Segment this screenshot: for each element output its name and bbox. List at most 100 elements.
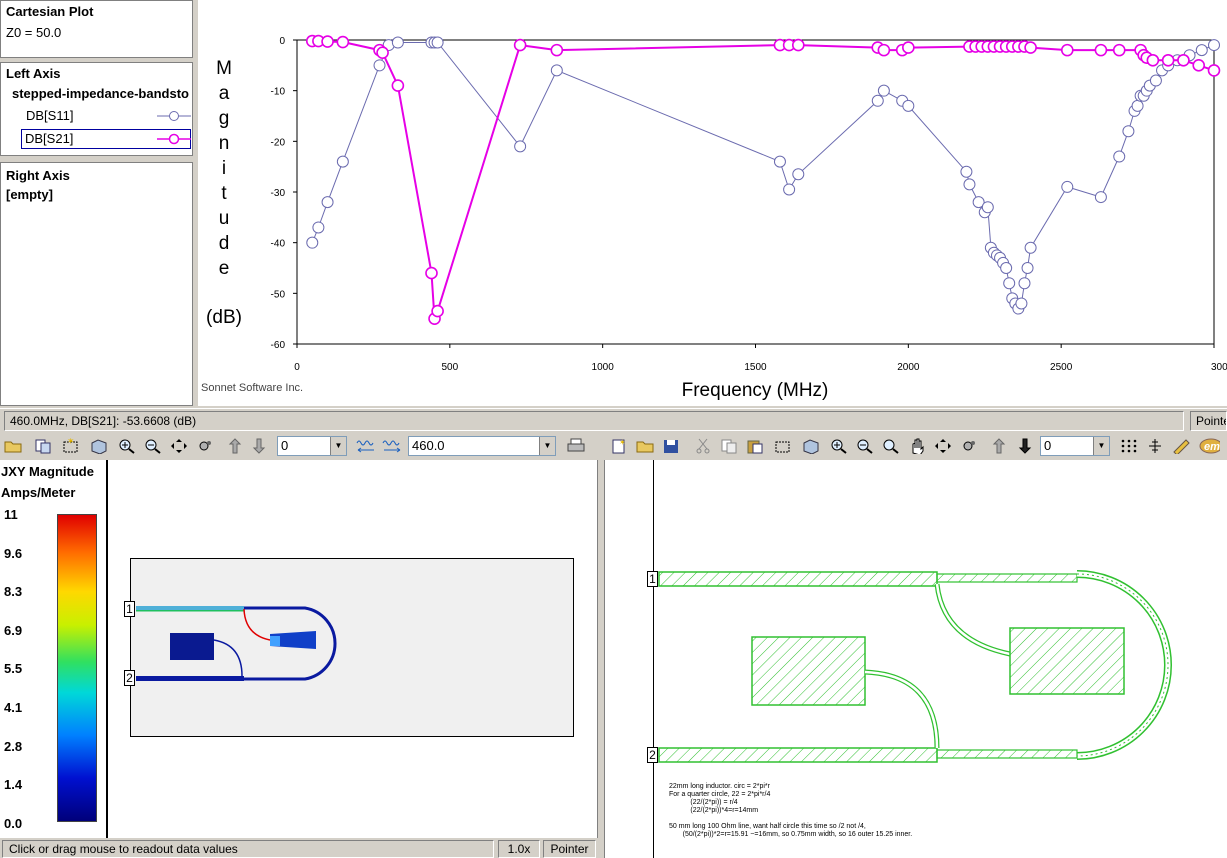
layout-view-canvas[interactable]: 1 2 22mm long inductor. circ = 2*pi*r For…: [604, 460, 1227, 858]
current-status-bar: Click or drag mouse to readout data valu…: [0, 838, 598, 858]
colorbar-tick-label: 2.8: [4, 738, 23, 754]
frequency-next-icon[interactable]: [382, 435, 404, 457]
layer-down-icon[interactable]: [248, 435, 270, 457]
data-point: [321, 196, 334, 209]
x-axis-label: Frequency (MHz): [682, 380, 829, 401]
series-dbs11: [306, 36, 1220, 315]
chart-svg[interactable]: Magnitude(dB) 0500100015002000250030000-…: [198, 0, 1227, 406]
data-point: [1149, 74, 1162, 87]
open-folder-icon[interactable]: [634, 435, 656, 457]
zoom-in-icon[interactable]: [116, 435, 138, 457]
series-line: [311, 42, 1215, 310]
layer-up-icon[interactable]: [988, 435, 1010, 457]
data-point: [1060, 43, 1074, 57]
layout-port-2[interactable]: 2: [647, 747, 658, 763]
data-point: [514, 140, 527, 153]
layer-down-icon[interactable]: [1014, 435, 1036, 457]
colorbar-tick-label: 4.1: [4, 700, 23, 715]
paste-icon[interactable]: [744, 435, 766, 457]
current-mode: Pointer: [543, 840, 596, 858]
zoom-window-icon[interactable]: [772, 435, 794, 457]
3d-view-icon[interactable]: [88, 435, 110, 457]
series-line: [312, 40, 1215, 320]
layer-up-icon[interactable]: [224, 435, 246, 457]
z0-label: Z0 = 50.0: [6, 25, 62, 40]
vertical-splitter[interactable]: [598, 432, 604, 858]
rotate-icon[interactable]: [958, 435, 980, 457]
y-label-letter: t: [221, 183, 227, 204]
data-point: [871, 94, 884, 107]
grid-icon[interactable]: [1118, 435, 1140, 457]
y-label-unit: (dB): [206, 307, 242, 328]
readout-status-bar: 460.0MHz, DB[S21]: -53.6608 (dB) Pointe: [0, 408, 1227, 432]
current-view-canvas[interactable]: JXY Magnitude Amps/Meter 11 9.6 8.3 6.9 5.5 4…: [0, 460, 598, 838]
zoom-fit-icon[interactable]: [880, 435, 902, 457]
3d-view-icon[interactable]: [800, 435, 822, 457]
data-point: [1113, 150, 1126, 163]
current-toolbar: ✶ 0 ▼ 460.0 ▼: [0, 432, 598, 460]
hand-icon[interactable]: [906, 435, 928, 457]
current-port-1[interactable]: 1: [124, 601, 135, 617]
pan-icon[interactable]: [932, 435, 954, 457]
cut-icon[interactable]: [692, 435, 714, 457]
readout-text: 460.0MHz, DB[S21]: -53.6608 (dB): [4, 411, 1184, 431]
copy-icon[interactable]: [32, 435, 54, 457]
data-point: [1000, 262, 1013, 274]
data-point: [1021, 262, 1034, 274]
note-line: (22/(2*pi))*4=r=14mm: [669, 807, 759, 814]
save-icon[interactable]: [660, 435, 682, 457]
copy-icon[interactable]: [718, 435, 740, 457]
colorbar-tick-label: 1.4: [4, 777, 23, 793]
trace-s21-label: DB[S21]: [25, 131, 74, 146]
left-axis-panel: Left Axis stepped-impedance-bandsto DB[S…: [0, 62, 193, 156]
data-point: [1015, 297, 1028, 310]
data-point: [1177, 53, 1190, 67]
trace-s21[interactable]: DB[S21]: [21, 129, 191, 149]
reference-plane-icon[interactable]: [1144, 435, 1166, 457]
em-simulate-icon[interactable]: em: [1198, 435, 1220, 457]
layout-level-select[interactable]: 0 ▼: [1040, 436, 1110, 456]
rotate-icon[interactable]: [194, 435, 216, 457]
data-point: [336, 35, 350, 49]
zoom-out-icon[interactable]: [142, 435, 164, 457]
y-tick-label: -30: [271, 188, 286, 199]
y-label-letter: g: [219, 108, 230, 129]
frequency-prev-icon[interactable]: [356, 435, 378, 457]
note-line: 50 mm long 100 Ohm line, want half circl…: [669, 823, 866, 830]
current-port-2[interactable]: 2: [124, 670, 135, 686]
colorbar-title: JXY Magnitude: [1, 464, 94, 479]
data-point: [425, 266, 438, 280]
layout-port-1[interactable]: 1: [647, 571, 658, 587]
new-file-icon[interactable]: ✶: [608, 435, 630, 457]
zoom-out-icon[interactable]: [854, 435, 876, 457]
credit-text: Sonnet Software Inc.: [201, 382, 303, 394]
series-dbs21: [305, 34, 1221, 325]
x-tick-label: 500: [441, 362, 458, 373]
open-folder-icon[interactable]: [2, 435, 24, 457]
y-label-letter: M: [216, 58, 232, 79]
level-select[interactable]: 0 ▼: [277, 436, 347, 456]
ruler-icon[interactable]: [1170, 435, 1192, 457]
left-splitter[interactable]: [193, 0, 198, 406]
x-tick-label: 2000: [897, 362, 920, 373]
data-point: [902, 41, 915, 54]
frequency-select[interactable]: 460.0 ▼: [408, 436, 556, 456]
data-point: [513, 38, 527, 52]
data-point: [773, 155, 786, 168]
svg-text:✶: ✶: [67, 438, 75, 446]
y-label-letter: a: [219, 83, 230, 104]
chevron-down-icon: ▼: [539, 437, 555, 455]
data-point: [1122, 125, 1135, 138]
colorbar-tick-label: 0.0: [4, 815, 23, 831]
print-icon[interactable]: [565, 435, 587, 457]
pan-icon[interactable]: [168, 435, 190, 457]
cartesian-plot[interactable]: Magnitude(dB) 0500100015002000250030000-…: [198, 0, 1227, 406]
zoom-in-icon[interactable]: [828, 435, 850, 457]
data-point: [373, 59, 386, 72]
data-point: [791, 38, 805, 52]
trace-s11[interactable]: DB[S11]: [21, 107, 191, 125]
current-status-text: Click or drag mouse to readout data valu…: [2, 840, 494, 858]
series-layer: [305, 34, 1221, 325]
zoom-window-icon[interactable]: ✶: [60, 435, 82, 457]
project-name[interactable]: stepped-impedance-bandsto: [12, 86, 189, 101]
